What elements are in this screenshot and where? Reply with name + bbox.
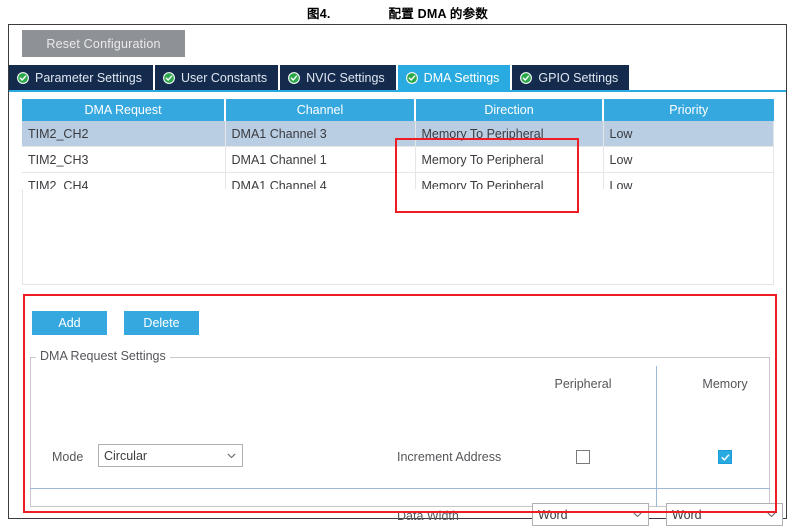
application-window: Reset Configuration Parameter Settings U… [8, 24, 787, 526]
column-header-direction[interactable]: Direction [415, 99, 604, 121]
cell-direction[interactable]: Memory To Peripheral [415, 121, 604, 147]
column-header-channel[interactable]: Channel [225, 99, 416, 121]
chevron-down-icon [220, 450, 242, 461]
checkmark-icon [720, 453, 729, 461]
figure-number: 图4. [307, 6, 331, 21]
cell-dma-request[interactable]: TIM2_CH3 [22, 146, 226, 173]
tab-dma-settings[interactable]: DMA Settings [397, 65, 511, 90]
column-header-memory: Memory [702, 377, 748, 391]
column-header-peripheral: Peripheral [554, 377, 612, 391]
toolbar: Reset Configuration [9, 25, 786, 62]
tab-label: User Constants [181, 70, 268, 85]
data-width-memory-select[interactable]: Word [666, 503, 783, 526]
mode-select[interactable]: Circular [98, 444, 243, 467]
mode-label: Mode [52, 450, 84, 464]
check-circle-icon [288, 71, 301, 84]
check-circle-icon [163, 71, 175, 84]
tab-label: DMA Settings [423, 70, 500, 85]
table-header-row: DMA Request Channel Direction Priority [22, 99, 774, 121]
cell-direction[interactable]: Memory To Peripheral [415, 146, 604, 173]
tab-label: GPIO Settings [538, 70, 619, 85]
figure-caption: 图4. 配置 DMA 的参数 [0, 0, 795, 24]
reset-configuration-button[interactable]: Reset Configuration [22, 30, 185, 57]
mode-select-value: Circular [104, 448, 148, 463]
tab-label: Parameter Settings [35, 70, 142, 85]
table-row[interactable]: TIM2_CH2 DMA1 Channel 3 Memory To Periph… [22, 121, 774, 147]
data-width-label: Data Width [397, 509, 459, 523]
data-width-peripheral-value: Word [538, 507, 568, 522]
check-circle-icon [17, 71, 29, 84]
tab-nvic-settings[interactable]: NVIC Settings [280, 65, 396, 90]
table-row[interactable]: TIM2_CH3 DMA1 Channel 1 Memory To Periph… [22, 146, 774, 173]
tab-underline [9, 90, 786, 92]
cell-priority[interactable]: Low [603, 121, 774, 147]
tab-user-constants[interactable]: User Constants [155, 65, 279, 90]
column-header-dma-request[interactable]: DMA Request [22, 99, 226, 121]
delete-button[interactable]: Delete [124, 311, 199, 335]
settings-horizontal-divider [30, 488, 770, 489]
settings-vertical-divider [656, 366, 657, 507]
column-header-priority[interactable]: Priority [603, 99, 774, 121]
tab-parameter-settings[interactable]: Parameter Settings [9, 65, 153, 90]
increment-address-label: Increment Address [397, 450, 502, 464]
add-button[interactable]: Add [32, 311, 107, 335]
chevron-down-icon [760, 509, 782, 520]
check-circle-icon [520, 71, 533, 84]
chevron-down-icon [626, 509, 648, 520]
data-width-memory-value: Word [672, 507, 702, 522]
tab-label: NVIC Settings [306, 70, 385, 85]
data-width-peripheral-select[interactable]: Word [532, 503, 649, 526]
cell-dma-request[interactable]: TIM2_CH2 [22, 121, 226, 147]
tab-gpio-settings[interactable]: GPIO Settings [512, 65, 630, 90]
cell-channel[interactable]: DMA1 Channel 3 [225, 121, 416, 147]
check-circle-icon [405, 71, 418, 84]
dma-request-table: DMA Request Channel Direction Priority T… [22, 99, 774, 199]
table-empty-area[interactable] [22, 189, 774, 285]
figure-caption-text: 配置 DMA 的参数 [388, 6, 488, 21]
increment-address-peripheral-checkbox[interactable] [576, 450, 590, 464]
cell-channel[interactable]: DMA1 Channel 1 [225, 146, 416, 173]
increment-address-memory-checkbox[interactable] [718, 450, 732, 464]
dma-request-settings-body: Peripheral Memory Mode Circular Incremen… [30, 358, 783, 526]
tab-bar: Parameter Settings User Constants NVIC S… [9, 65, 786, 92]
cell-priority[interactable]: Low [603, 146, 774, 173]
